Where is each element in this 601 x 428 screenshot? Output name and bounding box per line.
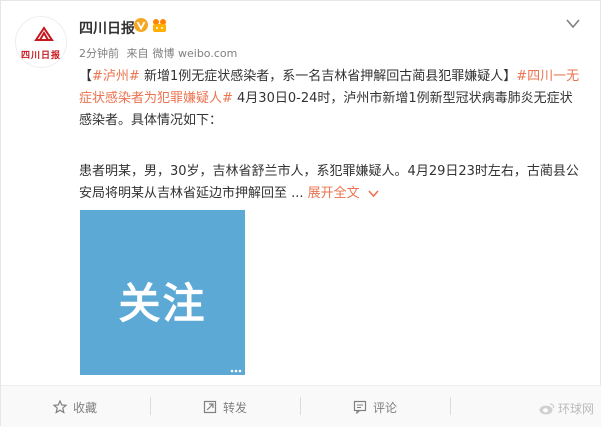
favorite-button[interactable]: 收藏 <box>1 386 149 428</box>
hashtag-luzhou[interactable]: #泸州# <box>92 69 140 84</box>
post-text-paragraph-1: 【#泸州# 新增1例无症状感染者，系一名吉林省押解回古蔺县犯罪嫌疑人】#四川一无… <box>79 66 585 132</box>
verified-icon <box>134 18 148 32</box>
comment-button[interactable]: 评论 <box>301 386 449 428</box>
favorite-label: 收藏 <box>72 400 97 415</box>
comment-icon <box>353 400 367 414</box>
star-icon <box>52 400 67 414</box>
bracket-open: 【 <box>79 69 93 84</box>
chevron-down-icon[interactable] <box>368 189 379 198</box>
repost-button[interactable]: 转发 <box>151 386 299 428</box>
post-text-paragraph-2: 患者明某，男，30岁，吉林省舒兰市人，系犯罪嫌疑人。4月29日23时左右，古蔺县… <box>79 161 585 205</box>
watermark: 环球网 <box>539 400 594 417</box>
expand-full-text-link[interactable]: 展开全文 <box>308 186 360 201</box>
member-badge-icon[interactable] <box>151 17 168 33</box>
image-overlay-text: 关注 <box>118 279 207 328</box>
image-dots-icon <box>230 369 242 373</box>
repost-label: 转发 <box>222 400 247 415</box>
author-name[interactable]: 四川日报 <box>79 18 135 38</box>
comment-label: 评论 <box>372 400 397 415</box>
avatar[interactable]: 四川日报 <box>15 16 67 68</box>
post-time[interactable]: 2分钟前 <box>79 47 119 60</box>
post-meta: 2分钟前 来自 微博 weibo.com <box>79 45 241 61</box>
repost-icon <box>203 400 217 414</box>
avatar-logo-text: 四川日报 <box>20 51 61 61</box>
chevron-down-icon[interactable] <box>566 19 580 29</box>
source-prefix: 来自 <box>126 47 149 60</box>
headline-text: 新增1例无症状感染者，系一名吉林省押解回古蔺县犯罪嫌疑人】 <box>139 69 517 84</box>
watermark-text: 环球网 <box>557 402 594 416</box>
weibo-icon <box>539 403 555 415</box>
post-image[interactable]: 关注 <box>80 210 245 375</box>
sichuan-daily-logo-icon <box>34 26 54 41</box>
weibo-post-card: 四川日报 四川日报 2分钟前 来自 微博 weibo.com 【#泸州# 新增1例… <box>0 0 601 427</box>
post-source: 微博 weibo.com <box>152 47 238 60</box>
divider <box>450 397 451 415</box>
action-bar: 收藏 转发 评论 环球网 <box>1 385 601 427</box>
